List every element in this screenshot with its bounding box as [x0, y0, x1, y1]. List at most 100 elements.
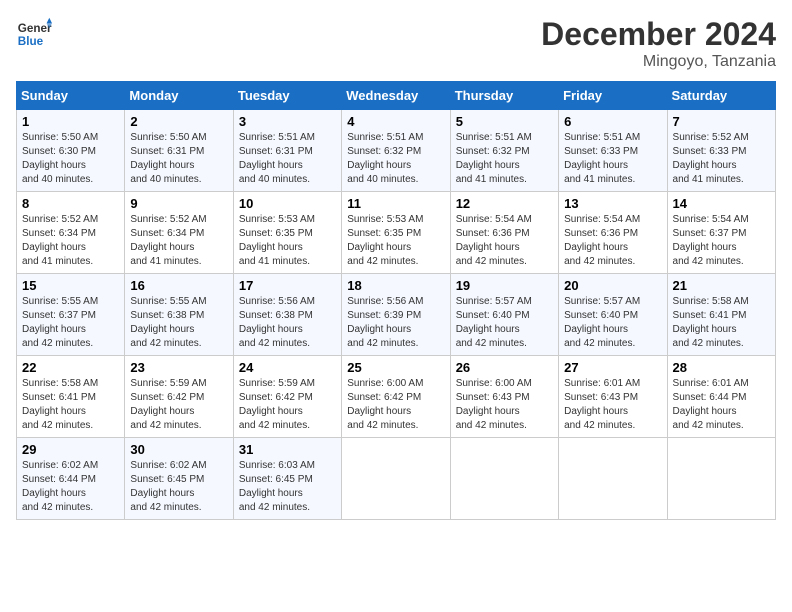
day-info: Sunrise: 6:00 AM Sunset: 6:42 PM Dayligh…: [347, 377, 444, 433]
calendar-cell: 4 Sunrise: 5:51 AM Sunset: 6:32 PM Dayli…: [342, 110, 450, 192]
calendar-cell: 12 Sunrise: 5:54 AM Sunset: 6:36 PM Dayl…: [450, 192, 558, 274]
weekday-header-wednesday: Wednesday: [342, 82, 450, 110]
calendar-week-1: 1 Sunrise: 5:50 AM Sunset: 6:30 PM Dayli…: [17, 110, 776, 192]
day-info: Sunrise: 5:51 AM Sunset: 6:33 PM Dayligh…: [564, 131, 661, 187]
calendar-cell: 11 Sunrise: 5:53 AM Sunset: 6:35 PM Dayl…: [342, 192, 450, 274]
calendar-cell: 17 Sunrise: 5:56 AM Sunset: 6:38 PM Dayl…: [233, 274, 341, 356]
day-number: 30: [130, 442, 227, 457]
logo: General Blue: [16, 16, 52, 52]
day-info: Sunrise: 5:59 AM Sunset: 6:42 PM Dayligh…: [130, 377, 227, 433]
day-info: Sunrise: 5:56 AM Sunset: 6:38 PM Dayligh…: [239, 295, 336, 351]
calendar-cell: 21 Sunrise: 5:58 AM Sunset: 6:41 PM Dayl…: [667, 274, 775, 356]
day-info: Sunrise: 5:55 AM Sunset: 6:38 PM Dayligh…: [130, 295, 227, 351]
calendar-cell: 31 Sunrise: 6:03 AM Sunset: 6:45 PM Dayl…: [233, 438, 341, 520]
calendar-cell: 9 Sunrise: 5:52 AM Sunset: 6:34 PM Dayli…: [125, 192, 233, 274]
day-info: Sunrise: 5:51 AM Sunset: 6:32 PM Dayligh…: [456, 131, 553, 187]
day-info: Sunrise: 5:52 AM Sunset: 6:34 PM Dayligh…: [130, 213, 227, 269]
day-info: Sunrise: 6:02 AM Sunset: 6:45 PM Dayligh…: [130, 459, 227, 515]
day-number: 23: [130, 360, 227, 375]
page-header: General Blue December 2024 Mingoyo, Tanz…: [16, 16, 776, 71]
calendar-cell: 19 Sunrise: 5:57 AM Sunset: 6:40 PM Dayl…: [450, 274, 558, 356]
day-number: 12: [456, 196, 553, 211]
day-number: 27: [564, 360, 661, 375]
calendar-cell: 10 Sunrise: 5:53 AM Sunset: 6:35 PM Dayl…: [233, 192, 341, 274]
calendar-cell: 29 Sunrise: 6:02 AM Sunset: 6:44 PM Dayl…: [17, 438, 125, 520]
calendar-cell: 15 Sunrise: 5:55 AM Sunset: 6:37 PM Dayl…: [17, 274, 125, 356]
logo-icon: General Blue: [16, 16, 52, 52]
weekday-header-monday: Monday: [125, 82, 233, 110]
day-info: Sunrise: 5:52 AM Sunset: 6:33 PM Dayligh…: [673, 131, 770, 187]
day-info: Sunrise: 6:03 AM Sunset: 6:45 PM Dayligh…: [239, 459, 336, 515]
calendar-cell: 14 Sunrise: 5:54 AM Sunset: 6:37 PM Dayl…: [667, 192, 775, 274]
day-info: Sunrise: 5:50 AM Sunset: 6:30 PM Dayligh…: [22, 131, 119, 187]
day-number: 31: [239, 442, 336, 457]
day-info: Sunrise: 5:54 AM Sunset: 6:36 PM Dayligh…: [564, 213, 661, 269]
calendar-cell: 22 Sunrise: 5:58 AM Sunset: 6:41 PM Dayl…: [17, 356, 125, 438]
day-number: 26: [456, 360, 553, 375]
day-number: 2: [130, 114, 227, 129]
weekday-header-tuesday: Tuesday: [233, 82, 341, 110]
calendar-week-5: 29 Sunrise: 6:02 AM Sunset: 6:44 PM Dayl…: [17, 438, 776, 520]
calendar-cell: 7 Sunrise: 5:52 AM Sunset: 6:33 PM Dayli…: [667, 110, 775, 192]
calendar-week-4: 22 Sunrise: 5:58 AM Sunset: 6:41 PM Dayl…: [17, 356, 776, 438]
day-number: 16: [130, 278, 227, 293]
day-info: Sunrise: 5:56 AM Sunset: 6:39 PM Dayligh…: [347, 295, 444, 351]
day-number: 18: [347, 278, 444, 293]
day-info: Sunrise: 5:54 AM Sunset: 6:37 PM Dayligh…: [673, 213, 770, 269]
calendar-cell: 2 Sunrise: 5:50 AM Sunset: 6:31 PM Dayli…: [125, 110, 233, 192]
day-info: Sunrise: 6:01 AM Sunset: 6:44 PM Dayligh…: [673, 377, 770, 433]
weekday-header-saturday: Saturday: [667, 82, 775, 110]
day-number: 22: [22, 360, 119, 375]
calendar-cell: 1 Sunrise: 5:50 AM Sunset: 6:30 PM Dayli…: [17, 110, 125, 192]
day-number: 8: [22, 196, 119, 211]
title-block: December 2024 Mingoyo, Tanzania: [541, 16, 776, 71]
day-number: 1: [22, 114, 119, 129]
calendar-cell: 30 Sunrise: 6:02 AM Sunset: 6:45 PM Dayl…: [125, 438, 233, 520]
calendar-cell: 6 Sunrise: 5:51 AM Sunset: 6:33 PM Dayli…: [559, 110, 667, 192]
day-number: 11: [347, 196, 444, 211]
calendar-cell: 24 Sunrise: 5:59 AM Sunset: 6:42 PM Dayl…: [233, 356, 341, 438]
day-number: 5: [456, 114, 553, 129]
svg-text:General: General: [18, 22, 52, 35]
calendar-cell: 3 Sunrise: 5:51 AM Sunset: 6:31 PM Dayli…: [233, 110, 341, 192]
day-info: Sunrise: 5:52 AM Sunset: 6:34 PM Dayligh…: [22, 213, 119, 269]
day-info: Sunrise: 6:01 AM Sunset: 6:43 PM Dayligh…: [564, 377, 661, 433]
calendar-cell: 23 Sunrise: 5:59 AM Sunset: 6:42 PM Dayl…: [125, 356, 233, 438]
day-number: 4: [347, 114, 444, 129]
day-number: 29: [22, 442, 119, 457]
day-number: 25: [347, 360, 444, 375]
day-info: Sunrise: 5:50 AM Sunset: 6:31 PM Dayligh…: [130, 131, 227, 187]
calendar-week-3: 15 Sunrise: 5:55 AM Sunset: 6:37 PM Dayl…: [17, 274, 776, 356]
svg-text:Blue: Blue: [18, 35, 44, 48]
day-info: Sunrise: 5:57 AM Sunset: 6:40 PM Dayligh…: [564, 295, 661, 351]
calendar-subtitle: Mingoyo, Tanzania: [541, 53, 776, 71]
calendar-cell: 16 Sunrise: 5:55 AM Sunset: 6:38 PM Dayl…: [125, 274, 233, 356]
day-number: 21: [673, 278, 770, 293]
day-number: 19: [456, 278, 553, 293]
calendar-cell: 20 Sunrise: 5:57 AM Sunset: 6:40 PM Dayl…: [559, 274, 667, 356]
day-number: 6: [564, 114, 661, 129]
day-info: Sunrise: 5:57 AM Sunset: 6:40 PM Dayligh…: [456, 295, 553, 351]
day-info: Sunrise: 5:55 AM Sunset: 6:37 PM Dayligh…: [22, 295, 119, 351]
day-number: 14: [673, 196, 770, 211]
calendar-cell: 5 Sunrise: 5:51 AM Sunset: 6:32 PM Dayli…: [450, 110, 558, 192]
weekday-header-sunday: Sunday: [17, 82, 125, 110]
calendar-cell: [559, 438, 667, 520]
weekday-header-friday: Friday: [559, 82, 667, 110]
calendar-cell: 26 Sunrise: 6:00 AM Sunset: 6:43 PM Dayl…: [450, 356, 558, 438]
calendar-cell: 27 Sunrise: 6:01 AM Sunset: 6:43 PM Dayl…: [559, 356, 667, 438]
day-number: 17: [239, 278, 336, 293]
calendar-title: December 2024: [541, 16, 776, 53]
calendar-cell: [342, 438, 450, 520]
day-info: Sunrise: 5:59 AM Sunset: 6:42 PM Dayligh…: [239, 377, 336, 433]
weekday-header-row: SundayMondayTuesdayWednesdayThursdayFrid…: [17, 82, 776, 110]
calendar-cell: 18 Sunrise: 5:56 AM Sunset: 6:39 PM Dayl…: [342, 274, 450, 356]
day-info: Sunrise: 5:53 AM Sunset: 6:35 PM Dayligh…: [347, 213, 444, 269]
day-info: Sunrise: 5:51 AM Sunset: 6:32 PM Dayligh…: [347, 131, 444, 187]
calendar-cell: [667, 438, 775, 520]
day-info: Sunrise: 6:00 AM Sunset: 6:43 PM Dayligh…: [456, 377, 553, 433]
calendar-table: SundayMondayTuesdayWednesdayThursdayFrid…: [16, 81, 776, 520]
day-number: 15: [22, 278, 119, 293]
day-number: 28: [673, 360, 770, 375]
day-number: 7: [673, 114, 770, 129]
